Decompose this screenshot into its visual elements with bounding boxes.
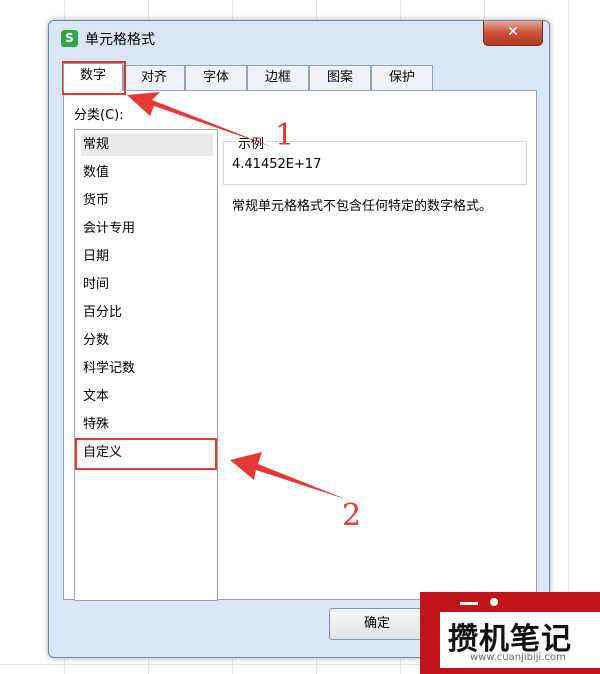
- number-tab-panel: 分类(C): 常规 数值 货币 会计专用 日期 时间 百分比 分数 科学记数 文…: [63, 90, 537, 601]
- highlight-custom-item: [75, 438, 217, 470]
- close-icon: ✕: [507, 24, 519, 40]
- category-list[interactable]: 常规 数值 货币 会计专用 日期 时间 百分比 分数 科学记数 文本 特殊 自定…: [74, 129, 218, 601]
- category-item-date[interactable]: 日期: [81, 246, 213, 268]
- category-item-scientific[interactable]: 科学记数: [81, 358, 213, 380]
- tab-number[interactable]: 数字: [63, 63, 123, 91]
- tab-border[interactable]: 边框: [247, 65, 309, 91]
- dialog-titlebar[interactable]: S 单元格格式 ✕: [49, 21, 549, 57]
- example-value: 4.41452E+17: [232, 157, 322, 172]
- tab-alignment[interactable]: 对齐: [123, 65, 185, 91]
- category-item-general[interactable]: 常规: [81, 134, 213, 156]
- format-description: 常规单元格格式不包含任何特定的数字格式。: [232, 199, 493, 214]
- ok-button[interactable]: 确定: [329, 608, 425, 640]
- category-item-special[interactable]: 特殊: [81, 414, 213, 436]
- tab-protection[interactable]: 保护: [371, 65, 433, 91]
- category-item-percentage[interactable]: 百分比: [81, 302, 213, 324]
- annotation-number-2: 2: [342, 498, 362, 533]
- dialog-title: 单元格格式: [85, 32, 155, 48]
- watermark-dash: [460, 602, 478, 605]
- wps-app-icon: S: [61, 30, 78, 47]
- example-label: 示例: [236, 133, 267, 152]
- tab-font[interactable]: 字体: [185, 65, 247, 91]
- watermark-url: www.cuanjibiji.com: [470, 652, 566, 663]
- annotation-number-1: 1: [275, 118, 295, 153]
- format-cells-dialog: S 单元格格式 ✕ 数字 对齐 字体 边框 图案 保护 分类(C): 常规 数值…: [48, 20, 550, 658]
- category-item-currency[interactable]: 货币: [81, 190, 213, 212]
- grid-line: [568, 0, 569, 674]
- watermark-dot: [490, 598, 498, 606]
- category-label: 分类(C):: [74, 108, 124, 123]
- category-item-number[interactable]: 数值: [81, 162, 213, 184]
- close-button[interactable]: ✕: [483, 21, 543, 46]
- category-item-accounting[interactable]: 会计专用: [81, 218, 213, 240]
- tab-pattern[interactable]: 图案: [309, 65, 371, 91]
- category-item-fraction[interactable]: 分数: [81, 330, 213, 352]
- category-item-time[interactable]: 时间: [81, 274, 213, 296]
- category-item-text[interactable]: 文本: [81, 386, 213, 408]
